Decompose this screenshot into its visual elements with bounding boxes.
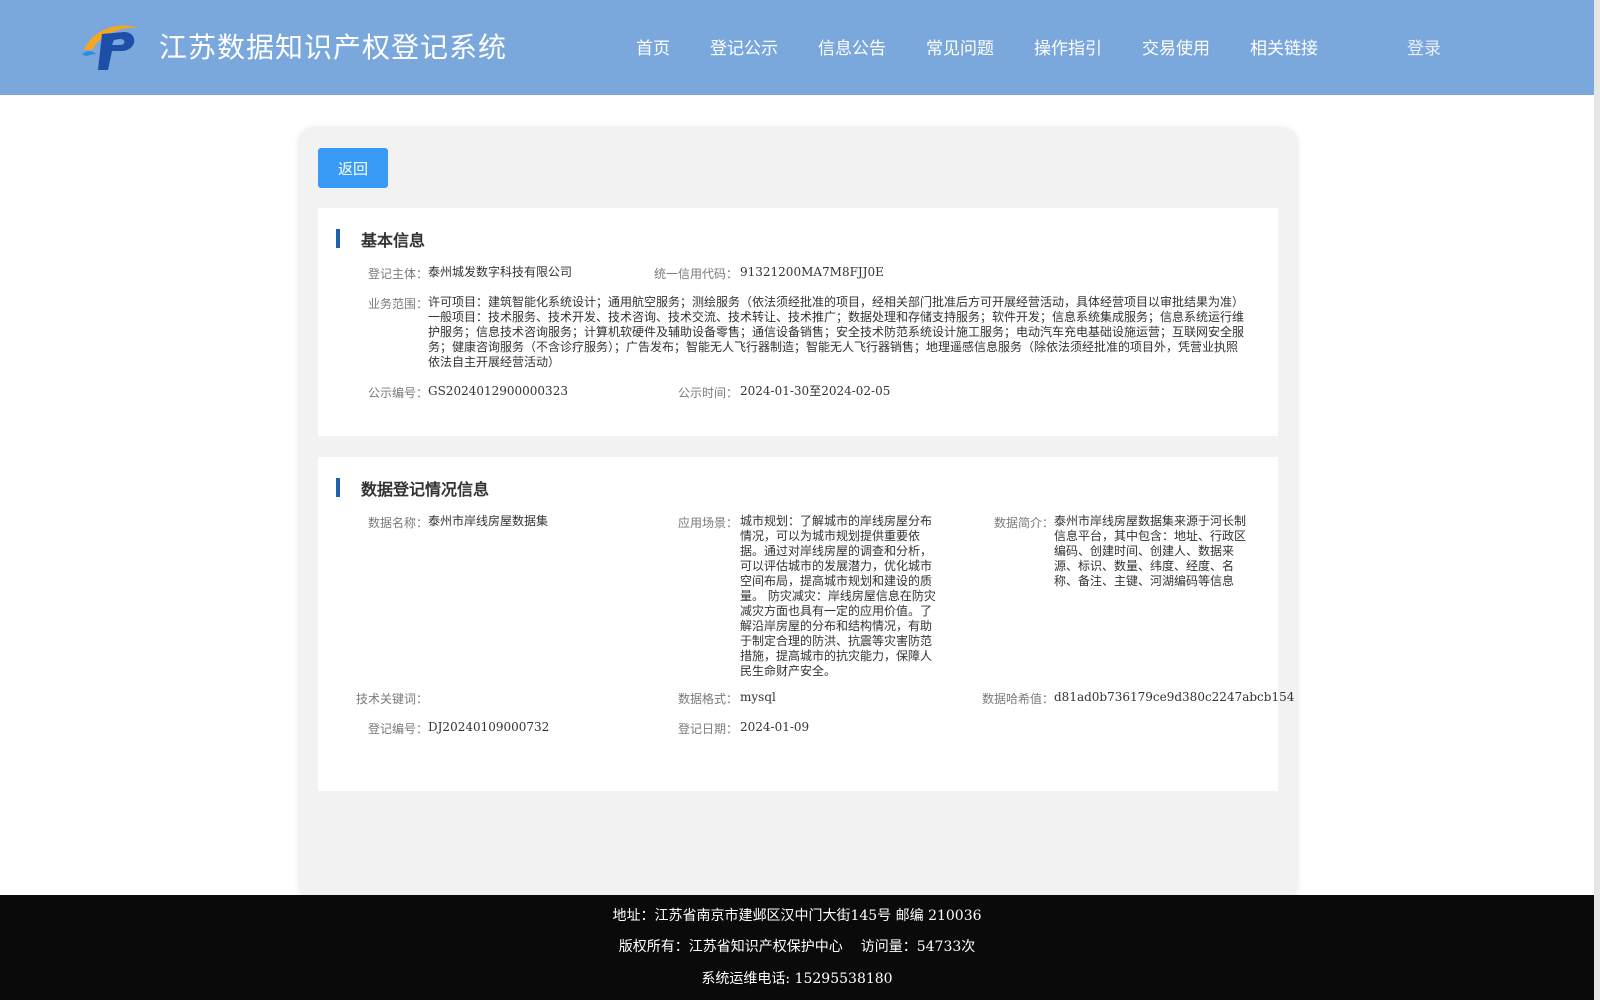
- ip-logo-icon[interactable]: [80, 20, 140, 72]
- nav-trade-use[interactable]: 交易使用: [1142, 34, 1210, 59]
- footer-copyright-line: 版权所有：江苏省知识产权保护中心 访问量：54733次: [0, 936, 1594, 956]
- notice-no-label: 公示编号：: [367, 386, 428, 400]
- format-value: mysql: [740, 690, 776, 704]
- section-title-registration: 数据登记情况信息: [361, 480, 490, 499]
- notice-time-value: 2024-01-30至2024-02-05: [740, 384, 891, 398]
- reg-date-label: 登记日期：: [677, 722, 738, 736]
- back-button[interactable]: 返回: [318, 148, 388, 188]
- nav-related-links[interactable]: 相关链接: [1250, 34, 1318, 59]
- data-name-value: 泰州市岸线房屋数据集: [428, 514, 549, 528]
- nav-guide[interactable]: 操作指引: [1034, 34, 1102, 59]
- footer-visits: 访问量：54733次: [860, 939, 976, 955]
- scope-label: 业务范围：: [367, 297, 428, 311]
- nav-info-announcement[interactable]: 信息公告: [818, 34, 886, 59]
- site-footer: 地址：江苏省南京市建邺区汉中门大街145号 邮编 210036 版权所有：江苏省…: [0, 895, 1594, 1000]
- data-name-label: 数据名称：: [367, 516, 428, 530]
- intro-label: 数据简介：: [993, 516, 1054, 530]
- credit-code-label: 统一信用代码：: [653, 267, 738, 281]
- format-label: 数据格式：: [677, 692, 738, 706]
- footer-phone: 系统运维电话: 15295538180: [701, 971, 893, 987]
- scenario-value: 城市规划：了解城市的岸线房屋分布情况，可以为城市规划提供重要依据。通过对岸线房屋…: [740, 514, 936, 678]
- subject-value: 泰州城发数字科技有限公司: [428, 265, 573, 279]
- basic-info-card: 基本信息 登记主体： 泰州城发数字科技有限公司 统一信用代码： 91321200…: [318, 208, 1278, 436]
- hash-label: 数据哈希值：: [981, 692, 1054, 706]
- page-scrollbar[interactable]: [1594, 0, 1600, 1000]
- footer-copyright: 版权所有：江苏省知识产权保护中心: [618, 939, 843, 955]
- subject-label: 登记主体：: [367, 267, 428, 281]
- notice-no-value: GS2024012900000323: [428, 384, 568, 398]
- notice-time-label: 公示时间：: [677, 386, 738, 400]
- nav-faq[interactable]: 常见问题: [926, 34, 994, 59]
- site-header: 江苏数据知识产权登记系统 首页 登记公示 信息公告 常见问题 操作指引 交易使用…: [0, 0, 1594, 95]
- intro-value: 泰州市岸线房屋数据集来源于河长制信息平台，其中包含：地址、行政区编码、创建时间、…: [1054, 514, 1247, 588]
- hash-value: d81ad0b736179ce9d380c2247abcb154: [1054, 690, 1295, 704]
- section-marker: [336, 478, 340, 497]
- login-link[interactable]: 登录: [1407, 34, 1441, 59]
- nav-home[interactable]: 首页: [636, 34, 670, 59]
- registration-info-card: 数据登记情况信息 数据名称： 泰州市岸线房屋数据集 应用场景： 城市规划：了解城…: [318, 457, 1294, 791]
- credit-code-value: 91321200MA7M8FJJ0E: [740, 265, 884, 279]
- reg-no-label: 登记编号：: [367, 722, 428, 736]
- reg-no-value: DJ20240109000732: [428, 720, 550, 734]
- footer-address: 地址：江苏省南京市建邺区汉中门大街145号 邮编 210036: [612, 908, 982, 924]
- scenario-label: 应用场景：: [677, 516, 738, 530]
- section-title-basic: 基本信息: [361, 231, 426, 250]
- reg-date-value: 2024-01-09: [740, 720, 810, 734]
- detail-panel: 返回 基本信息 登记主体： 泰州城发数字科技有限公司 统一信用代码： 91321…: [298, 127, 1298, 900]
- keywords-label: 技术关键词：: [355, 692, 428, 706]
- nav-registration-notice[interactable]: 登记公示: [710, 34, 778, 59]
- scope-value: 许可项目：建筑智能化系统设计；通用航空服务；测绘服务（依法须经批准的项目，经相关…: [428, 295, 1245, 369]
- site-title: 江苏数据知识产权登记系统: [159, 31, 508, 64]
- section-marker: [336, 229, 340, 248]
